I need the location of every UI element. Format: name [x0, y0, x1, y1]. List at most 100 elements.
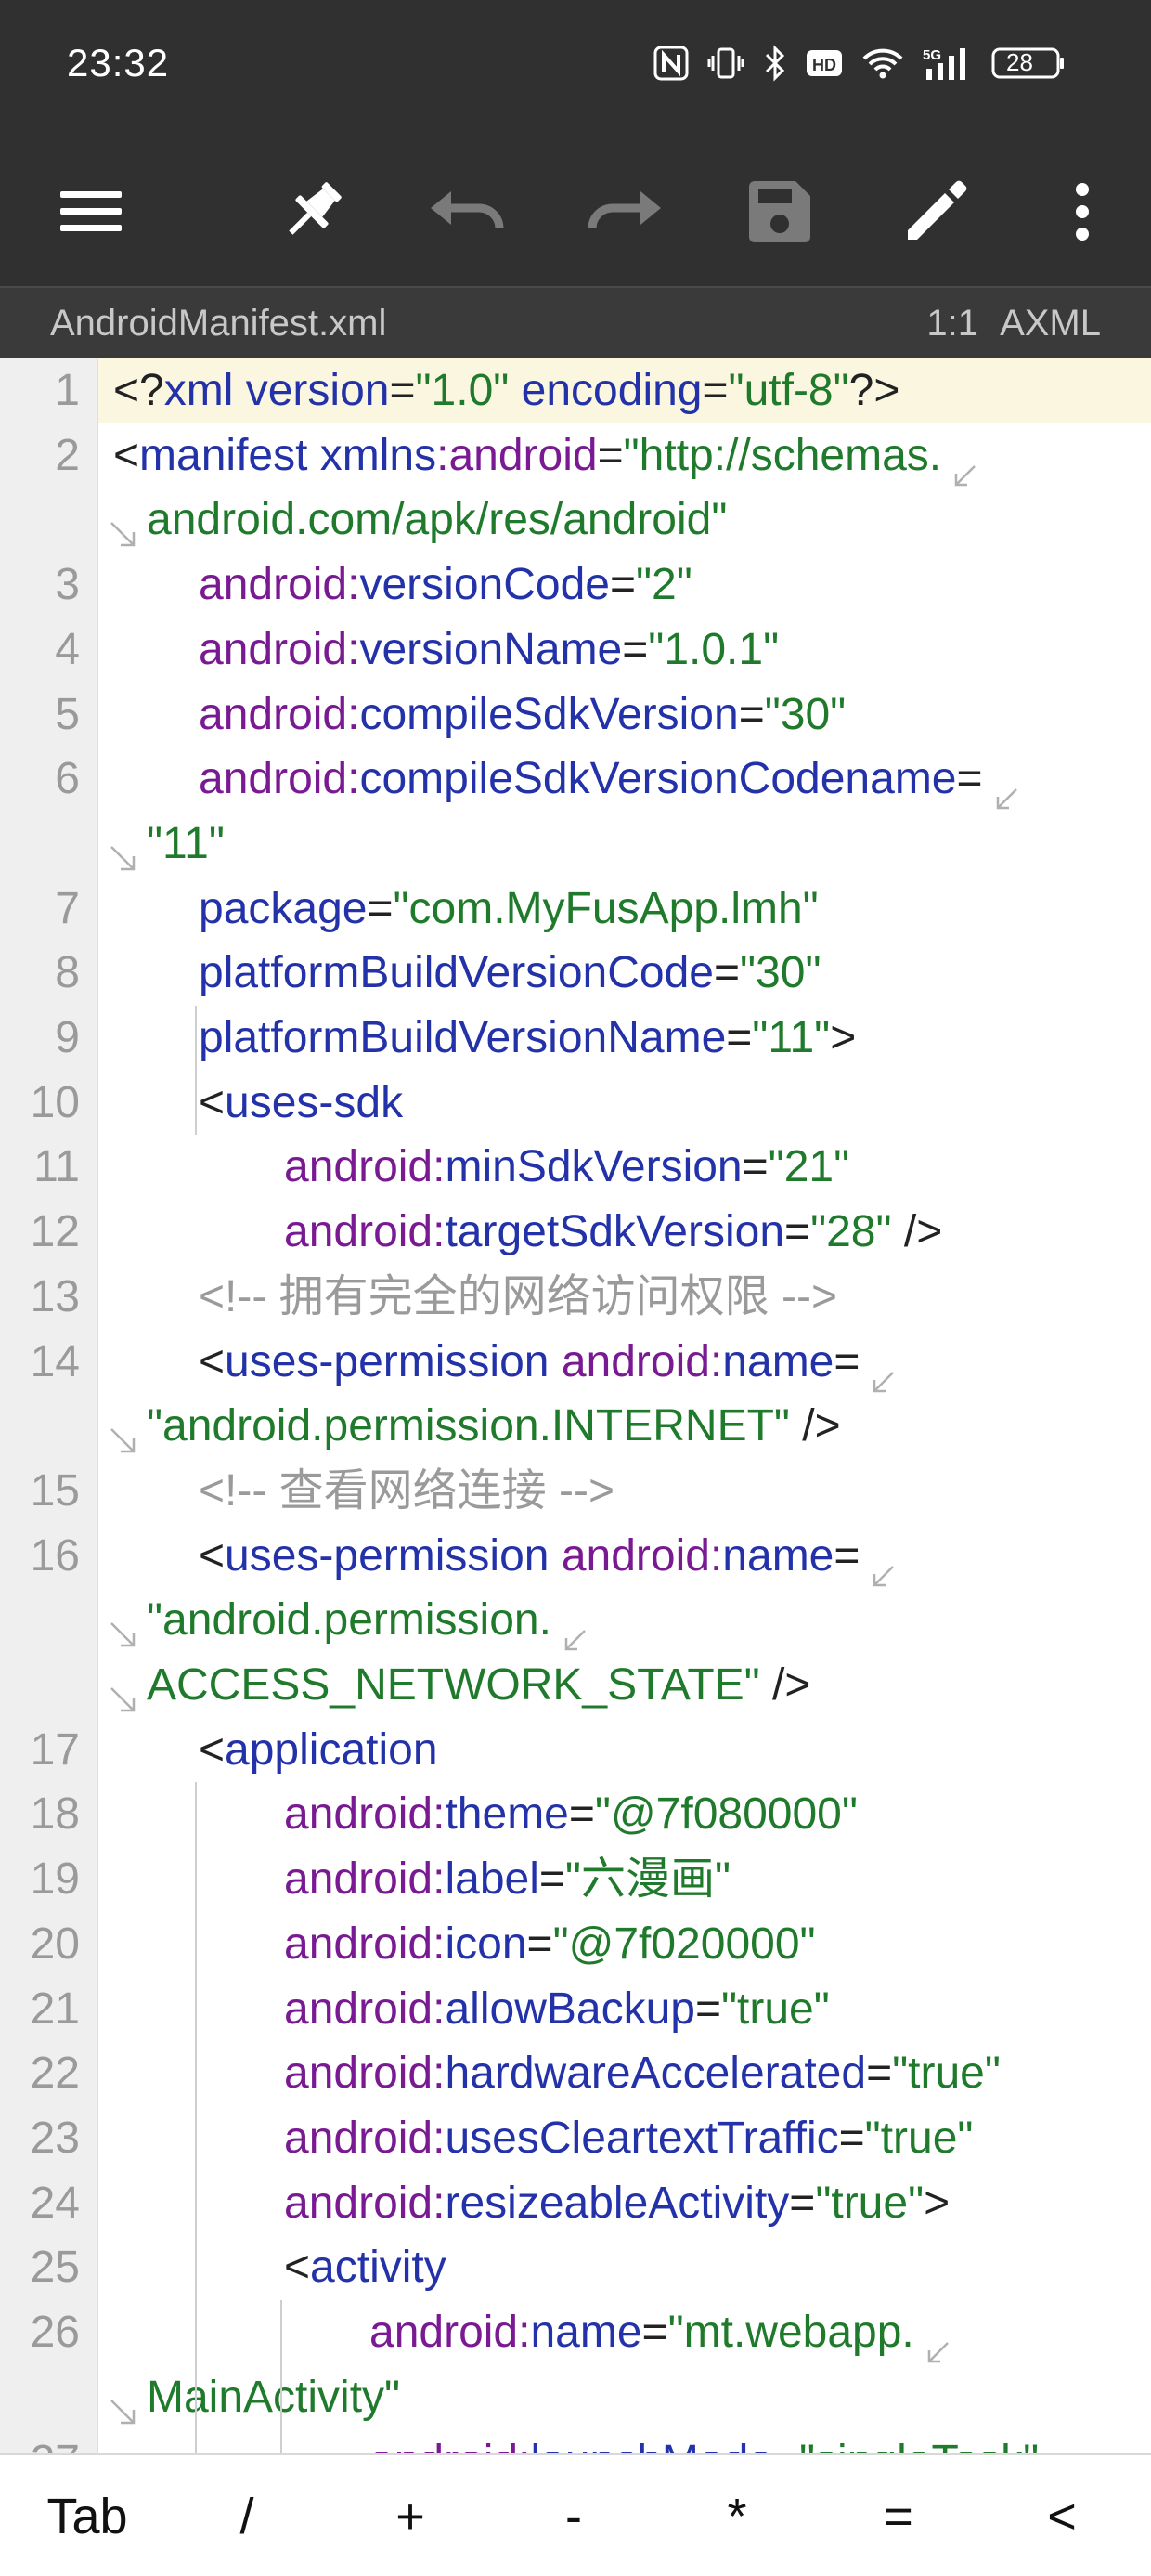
token-attr: label	[445, 1854, 539, 1904]
token-p	[307, 431, 319, 480]
token-ns: :android	[436, 431, 598, 480]
code-line: 20 android:icon="@7f020000"	[0, 1912, 1151, 1977]
token-p: =	[834, 1337, 860, 1386]
code-text: android:compileSdkVersion="30"	[199, 683, 846, 748]
token-str: "30"	[740, 948, 821, 997]
token-ns: android:	[369, 2437, 530, 2453]
code-text: android:targetSdkVersion="28" />	[284, 1200, 942, 1265]
code-line: 19 android:label="六漫画"	[0, 1847, 1151, 1912]
token-cm: <!-- 拥有完全的网络访问权限 -->	[199, 1272, 838, 1321]
token-p: =	[622, 625, 649, 674]
key-symbol-2[interactable]: +	[345, 2481, 475, 2552]
token-attr: icon	[445, 1919, 527, 1969]
key-tab[interactable]: Tab	[22, 2481, 152, 2552]
line-number: 10	[30, 1078, 80, 1127]
token-attr: platformBuildVersionName	[199, 1013, 727, 1062]
token-ns: android:	[199, 560, 360, 609]
menu-button[interactable]	[39, 160, 143, 264]
more-icon	[1076, 183, 1089, 241]
token-p: <	[284, 2243, 311, 2292]
token-attr: hardwareAccelerated	[445, 2049, 867, 2098]
token-attr: encoding	[521, 366, 703, 415]
code-editor[interactable]: 1 <?xml version="1.0" encoding="utf-8"?> 2…	[0, 358, 1151, 2453]
token-tag: uses-permission	[225, 1337, 550, 1386]
key-symbol-6[interactable]: <	[997, 2481, 1127, 2552]
status-icons: HD 5G 28	[653, 45, 1066, 86]
token-p: =	[597, 431, 624, 480]
line-number: 3	[55, 560, 80, 609]
edit-button[interactable]	[884, 160, 988, 264]
line-number: 2	[55, 431, 80, 480]
token-tag: application	[225, 1725, 438, 1775]
token-p: =	[609, 560, 636, 609]
key-symbol-1[interactable]: /	[182, 2481, 312, 2552]
vibrate-icon	[707, 46, 744, 85]
line-number: 24	[30, 2179, 80, 2228]
token-str: "android.permission.	[147, 1595, 551, 1645]
code-line: 4 android:versionName="1.0.1"	[0, 618, 1151, 683]
more-button[interactable]	[1030, 160, 1134, 264]
svg-text:HD: HD	[812, 56, 836, 74]
line-number: 4	[55, 625, 80, 674]
token-attr: versionCode	[359, 560, 610, 609]
token-ns: android:	[369, 2308, 531, 2357]
token-str: "true"	[892, 2049, 1001, 2098]
code-line-continuation: "11"	[0, 812, 1151, 877]
token-str: "true"	[815, 2179, 925, 2228]
code-text: android.com/apk/res/android"	[147, 488, 727, 553]
code-line: 13 <!-- 拥有完全的网络访问权限 -->	[0, 1265, 1151, 1330]
code-line: 12 android:targetSdkVersion="28" />	[0, 1200, 1151, 1265]
code-line-continuation: MainActivity"	[0, 2365, 1151, 2430]
token-ns: android:	[284, 2179, 446, 2228]
syntax-mode[interactable]: AXML	[1000, 303, 1101, 345]
token-attr: versionName	[359, 625, 623, 674]
token-ns: android:	[284, 1919, 446, 1969]
code-text: android:versionName="1.0.1"	[199, 618, 779, 683]
code-line: 1 <?xml version="1.0" encoding="utf-8"?>	[0, 358, 1151, 423]
code-line-continuation: "android.permission.	[0, 1588, 1151, 1653]
pin-button[interactable]	[260, 160, 364, 264]
line-number: 14	[30, 1337, 80, 1386]
token-p: />	[789, 1401, 841, 1451]
token-tag: xml	[163, 366, 234, 415]
undo-button[interactable]	[416, 160, 520, 264]
key-symbol-5[interactable]: =	[834, 2481, 963, 2552]
code-line: 2 <manifest xmlns:android="http://schemas…	[0, 423, 1151, 488]
token-ns: android:	[284, 2049, 446, 2098]
code-line: 25 <activity	[0, 2235, 1151, 2300]
code-text: android:versionCode="2"	[199, 553, 692, 618]
code-text: android:label="六漫画"	[284, 1847, 731, 1912]
5g-signal-icon: 5G	[923, 45, 973, 86]
token-attr: usesCleartextTraffic	[445, 2114, 839, 2163]
key-symbol-3[interactable]: -	[509, 2481, 639, 2552]
code-line: 24 android:resizeableActivity="true">	[0, 2171, 1151, 2236]
status-time: 23:32	[67, 41, 170, 85]
code-text: "11"	[147, 812, 225, 877]
token-p: =	[742, 1142, 769, 1191]
token-str: "mt.webapp.	[667, 2308, 914, 2357]
code-text: ACCESS_NETWORK_STATE" />	[147, 1653, 810, 1718]
code-text: android:name="mt.webapp.	[369, 2300, 951, 2365]
wrap-arrow-icon	[951, 444, 978, 487]
token-str: "2"	[635, 560, 692, 609]
wifi-icon	[861, 46, 904, 85]
undo-icon	[431, 191, 504, 229]
redo-button[interactable]	[572, 160, 676, 264]
key-symbol-4[interactable]: *	[672, 2481, 802, 2552]
code-text: <application	[199, 1718, 438, 1783]
token-str: "30"	[764, 690, 847, 739]
code-text: MainActivity"	[147, 2365, 400, 2430]
status-bar: 23:32 HD 5G 28	[0, 0, 1151, 139]
token-p	[549, 1337, 561, 1386]
battery-level: 28	[1006, 48, 1033, 76]
token-p: =	[538, 1854, 565, 1904]
token-tag: manifest	[139, 431, 308, 480]
token-p: =	[526, 1919, 553, 1969]
token-ns: android:	[561, 1337, 723, 1386]
code-text: android:icon="@7f020000"	[284, 1912, 816, 1977]
token-attr: compileSdkVersionCodename	[359, 754, 957, 803]
code-text: <uses-sdk	[199, 1071, 403, 1136]
save-button[interactable]	[728, 160, 832, 264]
line-number: 5	[55, 690, 80, 739]
line-number: 22	[30, 2049, 80, 2098]
